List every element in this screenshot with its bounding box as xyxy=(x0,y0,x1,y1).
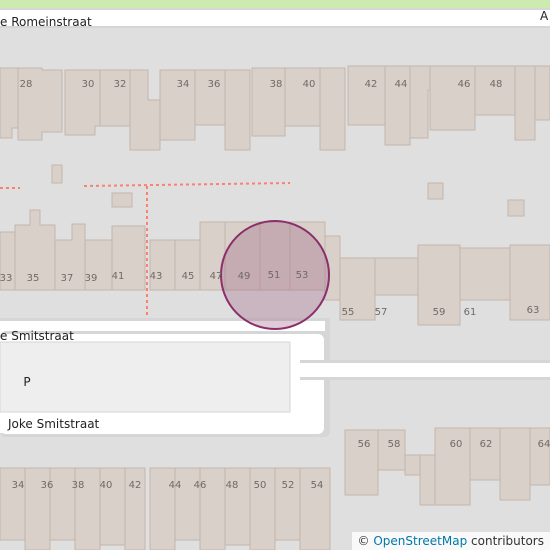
house-number: 64 xyxy=(538,439,550,450)
house-number: 61 xyxy=(464,307,477,318)
map-attribution: © OpenStreetMap contributors xyxy=(351,532,550,550)
attribution-suffix: contributors xyxy=(467,534,544,548)
house-number: 32 xyxy=(114,79,127,90)
house-number: 56 xyxy=(358,439,371,450)
house-number: 30 xyxy=(82,79,95,90)
house-number: 42 xyxy=(365,79,378,90)
house-number: 40 xyxy=(100,480,113,491)
house-number: 46 xyxy=(194,480,207,491)
green-area xyxy=(0,0,550,8)
house-number: 42 xyxy=(129,480,142,491)
buildings-bottom-right-row xyxy=(344,427,550,506)
house-number: 38 xyxy=(270,79,283,90)
house-number: 58 xyxy=(388,439,401,450)
house-number: 36 xyxy=(208,79,221,90)
map-svg[interactable]: 28 30 32 34 36 38 40 42 44 46 48 33 35 37 39 41 43 45 47 49… xyxy=(0,0,550,550)
street-label-smitstraat-lower: Joke Smitstraat xyxy=(7,417,100,431)
house-number: 39 xyxy=(85,273,98,284)
house-number: 38 xyxy=(72,480,85,491)
house-number: 57 xyxy=(375,307,388,318)
house-number: 44 xyxy=(169,480,182,491)
house-number: 33 xyxy=(0,273,12,284)
house-number: 36 xyxy=(41,480,54,491)
house-number: 53 xyxy=(296,270,309,281)
house-number: 54 xyxy=(311,480,324,491)
house-number: 40 xyxy=(303,79,316,90)
street-label-romeinstraat-fragment: A xyxy=(540,9,549,23)
house-number: 44 xyxy=(395,79,408,90)
map-canvas[interactable]: 28 30 32 34 36 38 40 42 44 46 48 33 35 37 39 41 43 45 47 49… xyxy=(0,0,550,550)
house-number: 41 xyxy=(112,271,125,282)
house-number: 62 xyxy=(480,439,493,450)
street-connector[interactable] xyxy=(300,360,550,380)
street-label-romeinstraat: e Romeinstraat xyxy=(0,15,92,29)
house-number: 35 xyxy=(27,273,40,284)
house-number: 49 xyxy=(238,271,251,282)
copyright-symbol: © xyxy=(357,534,370,548)
house-number: 45 xyxy=(182,271,195,282)
house-number: 59 xyxy=(433,307,446,318)
house-number: 60 xyxy=(450,439,463,450)
house-number: 51 xyxy=(268,270,281,281)
house-number: 52 xyxy=(282,480,295,491)
street-label-smitstraat-upper: e Smitstraat xyxy=(0,329,74,343)
house-number: 48 xyxy=(226,480,239,491)
parking-label: P xyxy=(23,375,30,389)
house-number: 37 xyxy=(61,273,74,284)
house-number: 55 xyxy=(342,307,355,318)
openstreetmap-link[interactable]: OpenStreetMap xyxy=(373,534,467,548)
house-number: 47 xyxy=(210,271,223,282)
house-number: 28 xyxy=(20,79,33,90)
house-number: 43 xyxy=(150,271,163,282)
house-number: 34 xyxy=(12,480,25,491)
house-number: 34 xyxy=(177,79,190,90)
house-number: 46 xyxy=(458,79,471,90)
house-number: 63 xyxy=(527,305,540,316)
house-number: 48 xyxy=(490,79,503,90)
house-number: 50 xyxy=(254,480,267,491)
